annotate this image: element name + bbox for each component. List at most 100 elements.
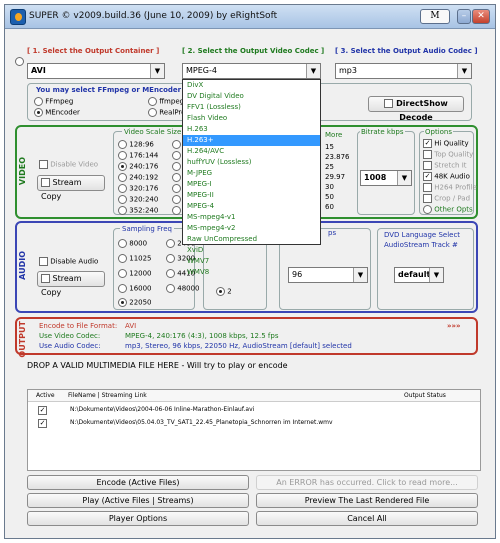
file-path: N:\Dokumente\Videos\2004-06-06 Inline-Ma… (70, 406, 255, 413)
codec-option[interactable]: MS-mpeg4-v1 (183, 212, 320, 223)
title-bar: SUPER © v2009.build.36 (June 10, 2009) b… (5, 5, 495, 29)
freq-option[interactable]: 48000 (166, 284, 200, 293)
freq-option[interactable]: 12000 (118, 269, 152, 278)
m-button[interactable]: M (420, 9, 450, 24)
crop-pad-button[interactable]: Crop / Pad (423, 194, 470, 203)
chevron-down-icon: ▼ (353, 268, 367, 282)
encoder-prompt: You may select FFmpeg or MEncoder (36, 86, 182, 94)
dvd-language-label: DVD Language Select (384, 231, 461, 239)
video-side-label: VIDEO (18, 157, 27, 186)
video-codec-select[interactable]: MPEG-4 ▼ (182, 63, 321, 79)
video-codec-header: [ 2. Select the Output Video Codec ] (182, 47, 325, 55)
close-icon[interactable]: ✕ (472, 9, 490, 24)
chevron-down-icon: ▼ (306, 64, 320, 78)
scale-option[interactable]: 240:192 (118, 173, 158, 182)
file-table[interactable]: Active FileName | Streaming Link Output … (27, 389, 481, 471)
codec-option[interactable]: Flash Video (183, 113, 320, 124)
audio-codec-select[interactable]: mp3 ▼ (335, 63, 472, 79)
output-section: OUTPUT Encode to File Format: AVI »»» Us… (15, 317, 478, 358)
fps-value[interactable]: 60 (325, 203, 334, 211)
codec-option[interactable]: DivX (183, 80, 320, 91)
codec-option-selected[interactable]: H.263+ (183, 135, 320, 146)
table-row[interactable]: ✓ N:\Dokumente\Videos\05.04.03_TV_SAT1_2… (28, 417, 480, 429)
fps-value[interactable]: 25 (325, 163, 334, 171)
col-active[interactable]: Active (36, 392, 55, 399)
fps-value[interactable]: 23.876 (325, 153, 350, 161)
48k-audio-checkbox[interactable]: ✓ 48K Audio (423, 172, 470, 181)
top-radio-1[interactable] (15, 57, 24, 66)
freq-option[interactable]: 8000 (118, 239, 147, 248)
hi-quality-checkbox[interactable]: ✓ Hi Quality (423, 139, 469, 148)
col-filename[interactable]: FileName | Streaming Link (68, 392, 147, 399)
codec-option[interactable]: WMV8 (183, 267, 320, 278)
codec-option[interactable]: MPEG-II (183, 190, 320, 201)
codec-option[interactable]: huffYUV (Lossless) (183, 157, 320, 168)
directshow-decode-button[interactable]: DirectShow Decode (368, 96, 464, 122)
realpro-option[interactable]: RealPro (148, 108, 185, 117)
fps-value[interactable]: 30 (325, 183, 334, 191)
player-options-button[interactable]: Player Options (27, 511, 249, 526)
output-side-label: OUTPUT (18, 321, 27, 358)
scale-option[interactable]: 240:176 (118, 162, 158, 171)
fps-value[interactable]: 50 (325, 193, 334, 201)
preview-button[interactable]: Preview The Last Rendered File (256, 493, 478, 508)
mencoder-option[interactable]: MEncoder (34, 108, 80, 117)
play-button[interactable]: Play (Active Files | Streams) (27, 493, 249, 508)
codec-option[interactable]: H.263 (183, 124, 320, 135)
h264-profile-button[interactable]: H264 Profile (423, 183, 477, 192)
chevron-down-icon: ▼ (429, 268, 443, 282)
top-quality-checkbox[interactable]: Top Quality (423, 150, 473, 159)
container-select[interactable]: AVI ▼ (27, 63, 165, 79)
codec-option[interactable]: DV Digital Video (183, 91, 320, 102)
scale-option[interactable]: 176:144 (118, 151, 158, 160)
codec-option[interactable]: WMV7 (183, 256, 320, 267)
container-header: [ 1. Select the Output Container ] (27, 47, 160, 55)
scale-option[interactable]: 128:96 (118, 140, 154, 149)
scale-option[interactable]: 352:240 (118, 206, 158, 215)
scale-option[interactable]: 320:240 (118, 195, 158, 204)
video-stream-copy-button[interactable]: Stream Copy (37, 175, 105, 201)
scale-option[interactable]: 320:176 (118, 184, 158, 193)
ffmpeg-option[interactable]: FFmpeg (34, 97, 73, 106)
channels-option[interactable]: 2 (216, 287, 232, 296)
codec-option[interactable]: MPEG-4 (183, 201, 320, 212)
dvd-language-group: DVD Language Select AudioStream Track # … (377, 228, 474, 310)
codec-option[interactable]: M-JPEG (183, 168, 320, 179)
codec-option[interactable]: XviD (183, 245, 320, 256)
audio-side-label: AUDIO (18, 251, 27, 280)
chevron-down-icon: ▼ (457, 64, 471, 78)
disable-audio-checkbox[interactable]: Disable Audio (39, 257, 98, 266)
audio-track-select[interactable]: default ▼ (394, 267, 444, 283)
active-checkbox[interactable]: ✓ (38, 406, 47, 415)
codec-option[interactable]: MPEG-I (183, 179, 320, 190)
table-row[interactable]: ✓ N:\Dokumente\Videos\2004-06-06 Inline-… (28, 404, 480, 416)
codec-option[interactable]: MS-mpeg4-v2 (183, 223, 320, 234)
active-checkbox[interactable]: ✓ (38, 419, 47, 428)
dvd-track-label: AudioStream Track # (384, 241, 458, 249)
freq-option[interactable]: 11025 (118, 254, 152, 263)
fps-value[interactable]: 29.97 (325, 173, 345, 181)
audio-codec-summary: mp3, Stereo, 96 kbps, 22050 Hz, AudioStr… (125, 342, 352, 350)
codec-option[interactable]: Raw UnCompressed (183, 234, 320, 245)
col-status[interactable]: Output Status (404, 392, 446, 399)
more-output-button[interactable]: »»» (447, 322, 461, 330)
cancel-all-button[interactable]: Cancel All (256, 511, 478, 526)
video-codec-dropdown-list[interactable]: DivX DV Digital Video FFV1 (Lossless) Fl… (182, 79, 321, 276)
encode-button[interactable]: Encode (Active Files) (27, 475, 249, 490)
error-button[interactable]: An ERROR has occurred. Click to read mor… (256, 475, 478, 490)
video-bitrate-select[interactable]: 1008 ▼ (360, 170, 412, 186)
codec-option[interactable]: FFV1 (Lossless) (183, 102, 320, 113)
bitrate-group: Bitrate kbps 1008 ▼ (357, 128, 415, 215)
freq-option[interactable]: 16000 (118, 284, 152, 293)
other-opts-button[interactable]: Other Opts (423, 205, 473, 214)
fps-value[interactable]: 15 (325, 143, 334, 151)
application-window: SUPER © v2009.build.36 (June 10, 2009) b… (4, 4, 496, 539)
disable-video-checkbox[interactable]: Disable Video (39, 160, 98, 169)
codec-option[interactable]: H.264/AVC (183, 146, 320, 157)
app-icon (10, 9, 26, 25)
audio-stream-copy-button[interactable]: Stream Copy (37, 271, 105, 297)
stretch-it-checkbox[interactable]: Stretch It (423, 161, 467, 170)
minimize-icon[interactable]: – (457, 9, 471, 24)
audio-bitrate-label: ps (328, 229, 337, 237)
freq-option[interactable]: 22050 (118, 298, 152, 307)
